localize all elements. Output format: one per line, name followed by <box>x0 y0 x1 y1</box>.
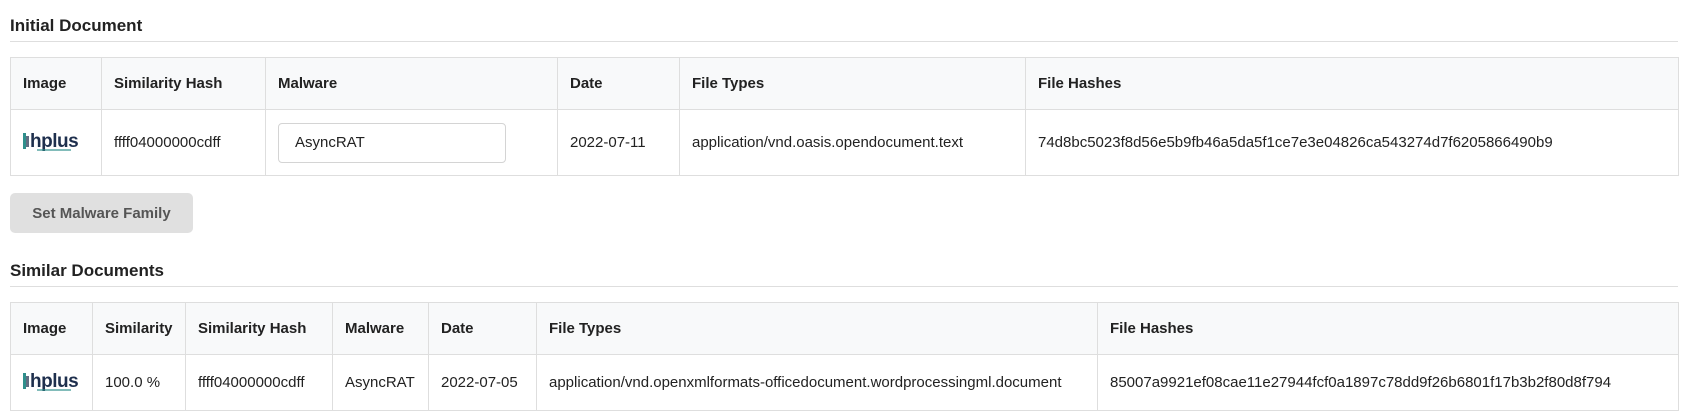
similar-documents-divider <box>10 286 1678 287</box>
column-header-file-hashes: File Hashes <box>1097 302 1679 355</box>
initial-document-divider <box>10 41 1678 42</box>
column-header-file-types: File Types <box>679 57 1026 110</box>
column-header-similarity: Similarity <box>92 302 186 355</box>
similarity-cell: 100.0 % <box>92 354 186 411</box>
similar-documents-title: Similar Documents <box>10 261 164 280</box>
column-header-malware: Malware <box>265 57 558 110</box>
table-row: hplus ffff04000000cdff 2022-07-11 applic… <box>10 109 1679 176</box>
document-thumbnail[interactable]: hplus <box>23 367 79 399</box>
similarity-hash-cell: ffff04000000cdff <box>185 354 333 411</box>
set-malware-family-button[interactable]: Set Malware Family <box>10 193 193 233</box>
file-hashes-cell[interactable]: 74d8bc5023f8d56e5b9fb46a5da5f1ce7e3e0482… <box>1025 109 1679 176</box>
column-header-file-hashes: File Hashes <box>1025 57 1679 110</box>
malware-family-input[interactable] <box>278 122 506 163</box>
file-types-cell: application/vnd.oasis.opendocument.text <box>679 109 1026 176</box>
column-header-image: Image <box>10 302 93 355</box>
file-types-cell: application/vnd.openxmlformats-officedoc… <box>536 354 1098 411</box>
table-row[interactable]: hplus 100.0 % ffff04000000cdff AsyncRAT … <box>10 354 1679 411</box>
column-header-image: Image <box>10 57 102 110</box>
malware-cell: AsyncRAT <box>332 354 429 411</box>
logo-text: hplus <box>30 371 78 392</box>
date-cell: 2022-07-11 <box>557 109 680 176</box>
initial-document-title: Initial Document <box>10 16 143 35</box>
column-header-malware: Malware <box>332 302 429 355</box>
file-hashes-cell[interactable]: 85007a9921ef08cae11e27944fcf0a1897c78dd9… <box>1097 354 1679 411</box>
column-header-similarity-hash: Similarity Hash <box>101 57 266 110</box>
document-thumbnail[interactable]: hplus <box>23 127 79 159</box>
image-cell: hplus <box>10 109 102 176</box>
table-header-row: Image Similarity Hash Malware Date File … <box>10 57 1679 110</box>
malware-cell <box>265 109 558 176</box>
image-cell: hplus <box>10 354 93 411</box>
column-header-similarity-hash: Similarity Hash <box>185 302 333 355</box>
similar-documents-table: Image Similarity Similarity Hash Malware… <box>10 302 1679 411</box>
initial-document-table: Image Similarity Hash Malware Date File … <box>10 57 1679 176</box>
similarity-hash-cell: ffff04000000cdff <box>101 109 266 176</box>
date-cell: 2022-07-05 <box>428 354 537 411</box>
column-header-file-types: File Types <box>536 302 1098 355</box>
column-header-date: Date <box>557 57 680 110</box>
logo-text: hplus <box>30 131 78 152</box>
table-header-row: Image Similarity Similarity Hash Malware… <box>10 302 1679 355</box>
page: Initial Document Image Similarity Hash M… <box>0 0 1687 412</box>
column-header-date: Date <box>428 302 537 355</box>
